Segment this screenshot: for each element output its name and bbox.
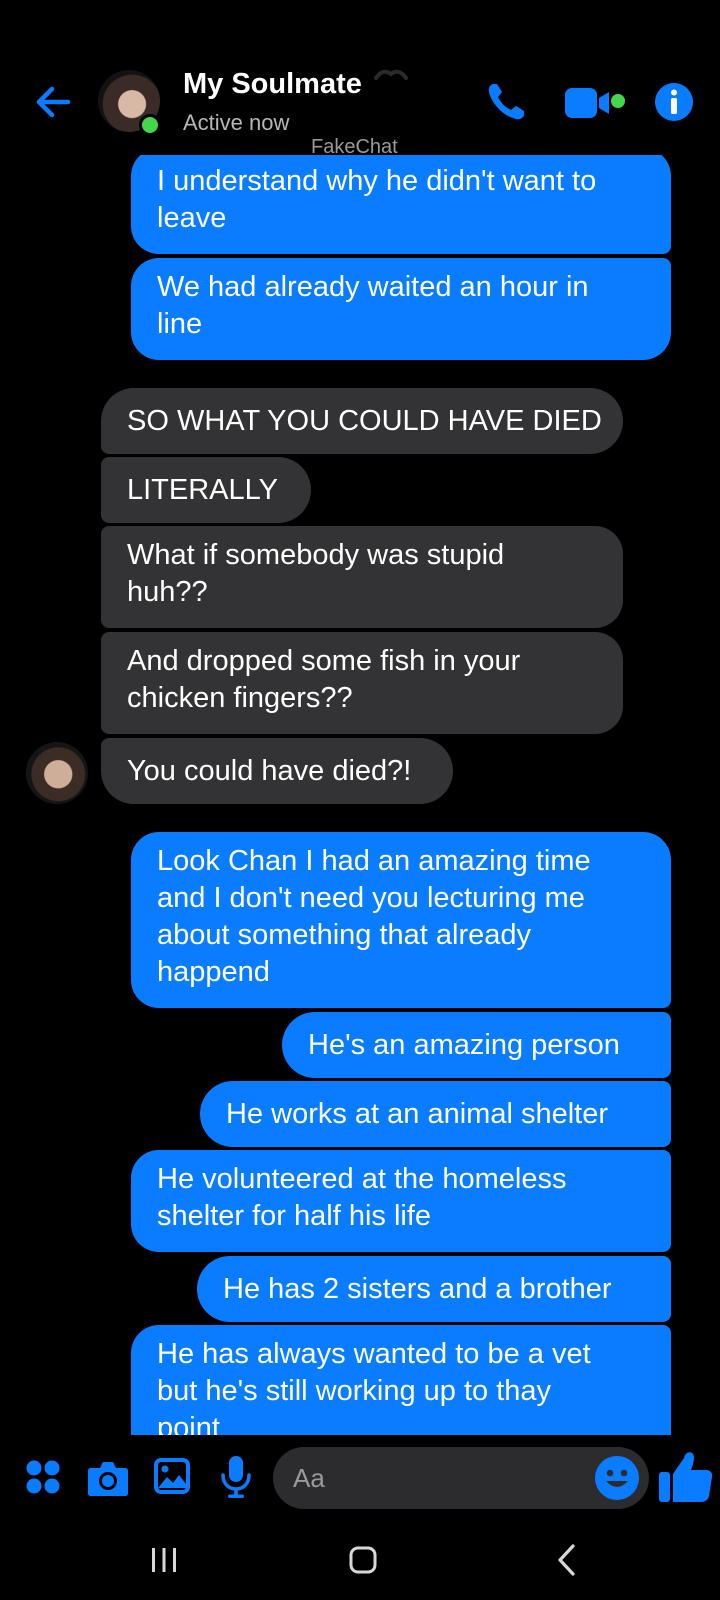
message-bubble-outgoing[interactable]: We had already waited an hour in line: [131, 258, 671, 360]
apps-icon[interactable]: [26, 1460, 60, 1494]
message-bubble-incoming[interactable]: SO WHAT YOU COULD HAVE DIED: [101, 388, 623, 454]
message-line: He works at an animal shelter: [226, 1098, 608, 1130]
heart-emoji-icon: [374, 69, 408, 80]
message-line: LITERALLY: [127, 474, 278, 506]
message-bubble-outgoing[interactable]: Look Chan I had an amazing time and I do…: [131, 832, 671, 1008]
message-line: about something that already: [157, 919, 532, 951]
video-camera-icon[interactable]: [565, 84, 635, 124]
message-line: SO WHAT YOU COULD HAVE DIED: [127, 405, 602, 437]
phone-icon[interactable]: [484, 80, 528, 124]
back-arrow-icon[interactable]: [32, 80, 76, 124]
chat-header: My Soulmate Active now: [0, 0, 720, 155]
message-line: We had already waited an hour in: [157, 271, 589, 303]
emoji-icon[interactable]: [594, 1455, 640, 1501]
microphone-icon[interactable]: [220, 1455, 252, 1499]
message-bubble-incoming[interactable]: LITERALLY: [101, 457, 311, 523]
message-line: chicken fingers??: [127, 682, 353, 714]
info-icon[interactable]: [654, 82, 694, 122]
message-bubble-incoming[interactable]: What if somebody was stupid huh??: [101, 526, 623, 628]
message-line: happend: [157, 956, 270, 988]
message-input[interactable]: Aa: [273, 1447, 649, 1509]
message-line: And dropped some fish in your: [127, 645, 521, 677]
message-bubble-incoming[interactable]: You could have died?!: [101, 738, 453, 804]
sender-avatar[interactable]: [26, 742, 88, 804]
watermark-label: FakeChat: [311, 136, 398, 158]
message-line: I understand why he didn't want to: [157, 165, 597, 197]
message-line: huh??: [127, 576, 208, 608]
message-line: He has always wanted to be a vet: [157, 1338, 591, 1370]
message-line: He's an amazing person: [308, 1029, 620, 1061]
message-line: He has 2 sisters and a brother: [223, 1273, 612, 1305]
message-bubble-outgoing[interactable]: He has 2 sisters and a brother: [197, 1256, 671, 1322]
back-icon[interactable]: [556, 1543, 578, 1577]
message-line: leave: [157, 202, 227, 234]
message-bubble-outgoing[interactable]: He works at an animal shelter: [200, 1081, 671, 1147]
message-line: shelter for half his life: [157, 1200, 432, 1232]
online-indicator: [139, 114, 161, 136]
message-line: You could have died?!: [127, 755, 412, 787]
message-line: Look Chan I had an amazing time: [157, 845, 591, 877]
recent-apps-icon[interactable]: [150, 1546, 178, 1574]
message-bubble-outgoing[interactable]: He's an amazing person: [282, 1012, 671, 1078]
message-line: but he's still working up to thay: [157, 1375, 552, 1407]
message-line: He volunteered at the homeless: [157, 1163, 567, 1195]
thumbs-up-icon[interactable]: [658, 1450, 714, 1504]
message-line: and I don't need you lecturing me: [157, 882, 585, 914]
message-bubble-outgoing[interactable]: I understand why he didn't want to leave: [131, 148, 671, 254]
gallery-icon[interactable]: [153, 1457, 191, 1495]
active-status: Active now: [183, 110, 290, 135]
message-bubble-outgoing[interactable]: He volunteered at the homeless shelter f…: [131, 1150, 671, 1252]
message-line: line: [157, 308, 203, 340]
contact-name[interactable]: My Soulmate: [183, 68, 362, 101]
camera-icon[interactable]: [87, 1459, 129, 1497]
message-line: What if somebody was stupid: [127, 539, 505, 571]
message-bubble-incoming[interactable]: And dropped some fish in your chicken fi…: [101, 632, 623, 734]
home-icon[interactable]: [349, 1545, 377, 1575]
